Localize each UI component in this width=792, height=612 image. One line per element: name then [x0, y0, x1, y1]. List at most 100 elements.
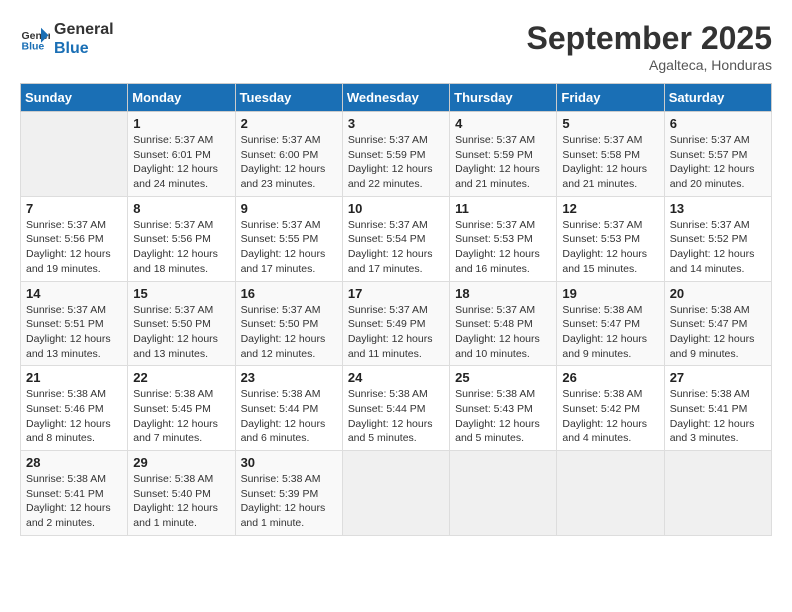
month-title: September 2025: [527, 20, 772, 57]
day-number: 14: [26, 286, 122, 301]
day-number: 19: [562, 286, 658, 301]
day-number: 20: [670, 286, 766, 301]
day-info: Sunrise: 5:37 AMSunset: 5:50 PMDaylight:…: [241, 303, 337, 362]
day-header-sunday: Sunday: [21, 84, 128, 112]
day-number: 22: [133, 370, 229, 385]
calendar-cell: 26 Sunrise: 5:38 AMSunset: 5:42 PMDayligh…: [557, 366, 664, 451]
calendar-cell: [557, 451, 664, 536]
calendar-cell: 11 Sunrise: 5:37 AMSunset: 5:53 PMDayligh…: [450, 196, 557, 281]
day-info: Sunrise: 5:37 AMSunset: 5:57 PMDaylight:…: [670, 133, 766, 192]
calendar-cell: [21, 112, 128, 197]
day-info: Sunrise: 5:38 AMSunset: 5:43 PMDaylight:…: [455, 387, 551, 446]
day-info: Sunrise: 5:38 AMSunset: 5:45 PMDaylight:…: [133, 387, 229, 446]
day-header-monday: Monday: [128, 84, 235, 112]
day-number: 23: [241, 370, 337, 385]
day-info: Sunrise: 5:37 AMSunset: 5:54 PMDaylight:…: [348, 218, 444, 277]
day-number: 27: [670, 370, 766, 385]
day-info: Sunrise: 5:37 AMSunset: 5:53 PMDaylight:…: [562, 218, 658, 277]
day-info: Sunrise: 5:37 AMSunset: 5:59 PMDaylight:…: [455, 133, 551, 192]
day-info: Sunrise: 5:37 AMSunset: 5:59 PMDaylight:…: [348, 133, 444, 192]
calendar-cell: 22 Sunrise: 5:38 AMSunset: 5:45 PMDayligh…: [128, 366, 235, 451]
day-info: Sunrise: 5:37 AMSunset: 5:58 PMDaylight:…: [562, 133, 658, 192]
day-number: 12: [562, 201, 658, 216]
day-number: 18: [455, 286, 551, 301]
day-info: Sunrise: 5:37 AMSunset: 5:50 PMDaylight:…: [133, 303, 229, 362]
day-info: Sunrise: 5:38 AMSunset: 5:40 PMDaylight:…: [133, 472, 229, 531]
logo-line2: Blue: [54, 39, 114, 58]
day-number: 4: [455, 116, 551, 131]
calendar-cell: 19 Sunrise: 5:38 AMSunset: 5:47 PMDayligh…: [557, 281, 664, 366]
day-number: 10: [348, 201, 444, 216]
day-header-tuesday: Tuesday: [235, 84, 342, 112]
day-info: Sunrise: 5:38 AMSunset: 5:44 PMDaylight:…: [348, 387, 444, 446]
calendar-cell: 12 Sunrise: 5:37 AMSunset: 5:53 PMDayligh…: [557, 196, 664, 281]
calendar-cell: 23 Sunrise: 5:38 AMSunset: 5:44 PMDayligh…: [235, 366, 342, 451]
day-info: Sunrise: 5:37 AMSunset: 5:56 PMDaylight:…: [26, 218, 122, 277]
day-info: Sunrise: 5:37 AMSunset: 5:48 PMDaylight:…: [455, 303, 551, 362]
day-info: Sunrise: 5:37 AMSunset: 5:52 PMDaylight:…: [670, 218, 766, 277]
day-header-wednesday: Wednesday: [342, 84, 449, 112]
day-info: Sunrise: 5:37 AMSunset: 5:53 PMDaylight:…: [455, 218, 551, 277]
calendar-cell: 20Sunrise: 5:38 AMSunset: 5:47 PMDayligh…: [664, 281, 771, 366]
calendar-cell: 15 Sunrise: 5:37 AMSunset: 5:50 PMDayligh…: [128, 281, 235, 366]
day-number: 8: [133, 201, 229, 216]
day-info: Sunrise: 5:37 AMSunset: 6:01 PMDaylight:…: [133, 133, 229, 192]
calendar-cell: 6 Sunrise: 5:37 AMSunset: 5:57 PMDaylight…: [664, 112, 771, 197]
day-number: 29: [133, 455, 229, 470]
day-number: 2: [241, 116, 337, 131]
day-info: Sunrise: 5:37 AMSunset: 5:56 PMDaylight:…: [133, 218, 229, 277]
calendar-cell: 27 Sunrise: 5:38 AMSunset: 5:41 PMDayligh…: [664, 366, 771, 451]
calendar-table: SundayMondayTuesdayWednesdayThursdayFrid…: [20, 83, 772, 536]
location-subtitle: Agalteca, Honduras: [527, 57, 772, 73]
day-info: Sunrise: 5:38 AMSunset: 5:41 PMDaylight:…: [670, 387, 766, 446]
calendar-cell: 4 Sunrise: 5:37 AMSunset: 5:59 PMDaylight…: [450, 112, 557, 197]
day-number: 17: [348, 286, 444, 301]
calendar-cell: 21 Sunrise: 5:38 AMSunset: 5:46 PMDayligh…: [21, 366, 128, 451]
calendar-cell: 24Sunrise: 5:38 AMSunset: 5:44 PMDayligh…: [342, 366, 449, 451]
day-header-friday: Friday: [557, 84, 664, 112]
day-number: 16: [241, 286, 337, 301]
day-info: Sunrise: 5:37 AMSunset: 5:51 PMDaylight:…: [26, 303, 122, 362]
calendar-cell: 14 Sunrise: 5:37 AMSunset: 5:51 PMDayligh…: [21, 281, 128, 366]
calendar-cell: 10 Sunrise: 5:37 AMSunset: 5:54 PMDayligh…: [342, 196, 449, 281]
day-number: 5: [562, 116, 658, 131]
day-info: Sunrise: 5:38 AMSunset: 5:42 PMDaylight:…: [562, 387, 658, 446]
calendar-cell: [450, 451, 557, 536]
day-number: 30: [241, 455, 337, 470]
calendar-cell: 16 Sunrise: 5:37 AMSunset: 5:50 PMDayligh…: [235, 281, 342, 366]
day-info: Sunrise: 5:38 AMSunset: 5:46 PMDaylight:…: [26, 387, 122, 446]
day-number: 25: [455, 370, 551, 385]
day-info: Sunrise: 5:38 AMSunset: 5:41 PMDaylight:…: [26, 472, 122, 531]
calendar-cell: 29 Sunrise: 5:38 AMSunset: 5:40 PMDayligh…: [128, 451, 235, 536]
day-number: 15: [133, 286, 229, 301]
calendar-cell: 8 Sunrise: 5:37 AMSunset: 5:56 PMDaylight…: [128, 196, 235, 281]
day-info: Sunrise: 5:38 AMSunset: 5:47 PMDaylight:…: [562, 303, 658, 362]
day-number: 6: [670, 116, 766, 131]
day-info: Sunrise: 5:37 AMSunset: 5:49 PMDaylight:…: [348, 303, 444, 362]
page-header: General Blue General Blue September 2025…: [20, 20, 772, 73]
calendar-cell: 25 Sunrise: 5:38 AMSunset: 5:43 PMDayligh…: [450, 366, 557, 451]
day-info: Sunrise: 5:37 AMSunset: 6:00 PMDaylight:…: [241, 133, 337, 192]
day-info: Sunrise: 5:37 AMSunset: 5:55 PMDaylight:…: [241, 218, 337, 277]
day-header-thursday: Thursday: [450, 84, 557, 112]
day-info: Sunrise: 5:38 AMSunset: 5:39 PMDaylight:…: [241, 472, 337, 531]
title-block: September 2025 Agalteca, Honduras: [527, 20, 772, 73]
day-number: 26: [562, 370, 658, 385]
day-info: Sunrise: 5:38 AMSunset: 5:44 PMDaylight:…: [241, 387, 337, 446]
calendar-cell: [664, 451, 771, 536]
day-number: 28: [26, 455, 122, 470]
day-number: 11: [455, 201, 551, 216]
day-number: 21: [26, 370, 122, 385]
calendar-cell: 3Sunrise: 5:37 AMSunset: 5:59 PMDaylight…: [342, 112, 449, 197]
calendar-cell: 30 Sunrise: 5:38 AMSunset: 5:39 PMDayligh…: [235, 451, 342, 536]
calendar-cell: 28 Sunrise: 5:38 AMSunset: 5:41 PMDayligh…: [21, 451, 128, 536]
calendar-cell: 18 Sunrise: 5:37 AMSunset: 5:48 PMDayligh…: [450, 281, 557, 366]
day-number: 7: [26, 201, 122, 216]
calendar-cell: 1Sunrise: 5:37 AMSunset: 6:01 PMDaylight…: [128, 112, 235, 197]
logo-line1: General: [54, 20, 114, 39]
day-number: 9: [241, 201, 337, 216]
calendar-cell: 13Sunrise: 5:37 AMSunset: 5:52 PMDayligh…: [664, 196, 771, 281]
svg-text:Blue: Blue: [22, 41, 45, 53]
calendar-cell: 17 Sunrise: 5:37 AMSunset: 5:49 PMDayligh…: [342, 281, 449, 366]
calendar-cell: 5 Sunrise: 5:37 AMSunset: 5:58 PMDaylight…: [557, 112, 664, 197]
